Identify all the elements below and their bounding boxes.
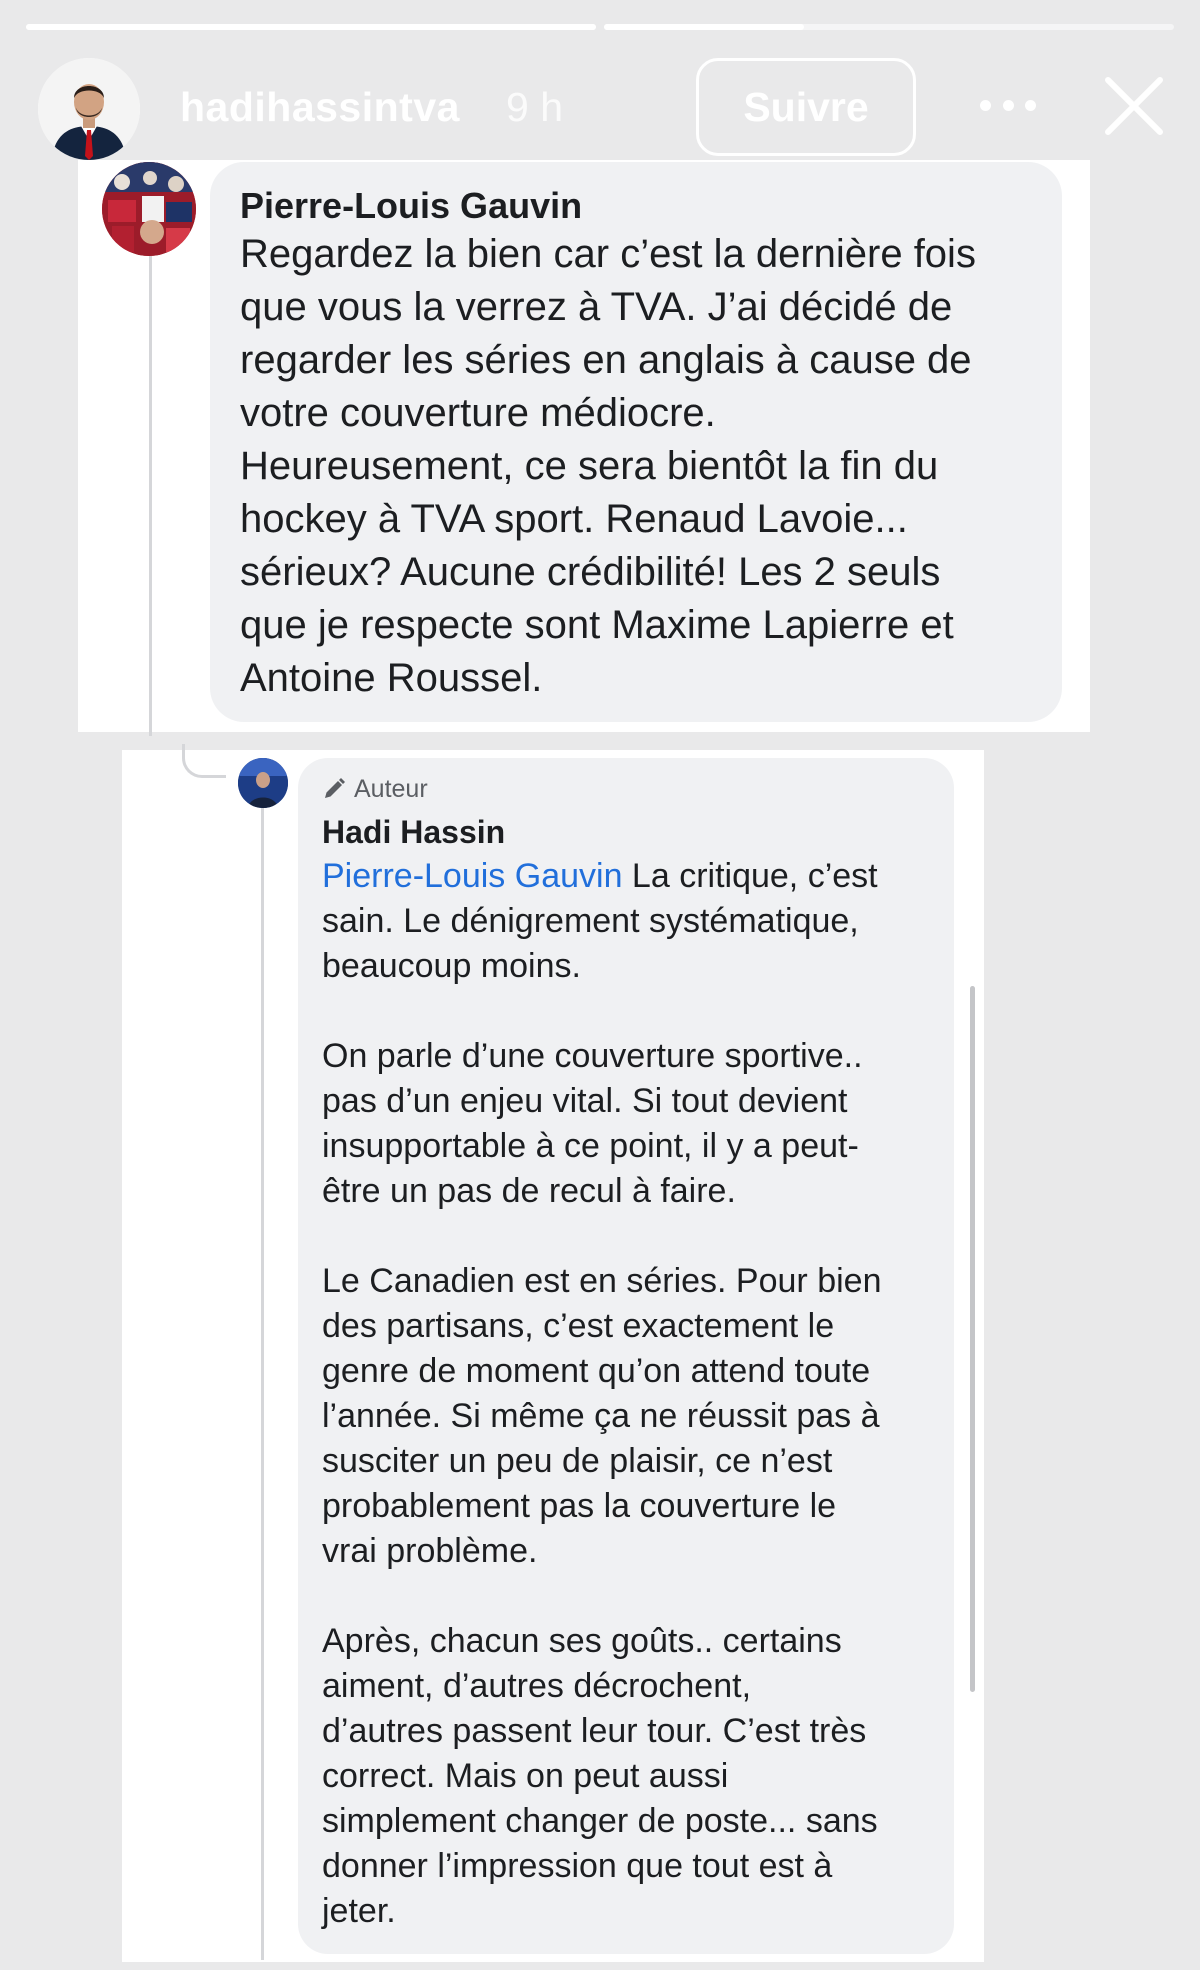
- pencil-icon: [325, 778, 345, 798]
- thread-line: [149, 256, 152, 736]
- more-icon[interactable]: [980, 100, 1036, 114]
- mention-link[interactable]: Pierre-Louis Gauvin: [322, 857, 622, 895]
- story-progress-2: [604, 24, 1174, 30]
- author-badge: Auteur: [322, 772, 954, 806]
- story-progress-fill-2: [604, 24, 804, 30]
- comment-author[interactable]: Pierre-Louis Gauvin: [240, 184, 1062, 228]
- story-progress-1: [26, 24, 596, 30]
- profile-avatar[interactable]: [38, 58, 140, 160]
- follow-button[interactable]: Suivre: [696, 58, 916, 156]
- scrollbar[interactable]: [970, 986, 975, 1692]
- reply-paragraph-4: Après, chacun ses goûts.. certains aimen…: [322, 1622, 878, 1930]
- reply-thread-connector: [182, 744, 226, 778]
- comment-text: Regardez la bien car c’est la dernière f…: [240, 232, 976, 700]
- commenter-avatar[interactable]: [102, 162, 196, 256]
- reply-author[interactable]: Hadi Hassin: [322, 810, 954, 854]
- story-username[interactable]: hadihassintva: [180, 84, 460, 131]
- author-badge-label: Auteur: [354, 775, 428, 803]
- close-icon[interactable]: [1102, 74, 1166, 138]
- reply-avatar[interactable]: [238, 758, 288, 808]
- commenter-photo: [102, 162, 196, 256]
- story-time: 9 h: [506, 84, 563, 130]
- reply-bubble[interactable]: Auteur Hadi Hassin Pierre-Louis Gauvin L…: [298, 758, 954, 1954]
- reply-paragraph-1: Pierre-Louis Gauvin La critique, c’est s…: [322, 854, 942, 989]
- story-progress-fill-1: [26, 24, 596, 30]
- reply-paragraph-2: On parle d’une couverture sportive.. pas…: [322, 1037, 863, 1210]
- reply-author-photo: [238, 758, 288, 808]
- profile-photo: [38, 58, 140, 160]
- comment-bubble[interactable]: Pierre-Louis Gauvin Regardez la bien car…: [210, 162, 1062, 722]
- reply-thread-line: [261, 800, 264, 1960]
- reply-paragraph-3: Le Canadien est en séries. Pour bien des…: [322, 1262, 882, 1570]
